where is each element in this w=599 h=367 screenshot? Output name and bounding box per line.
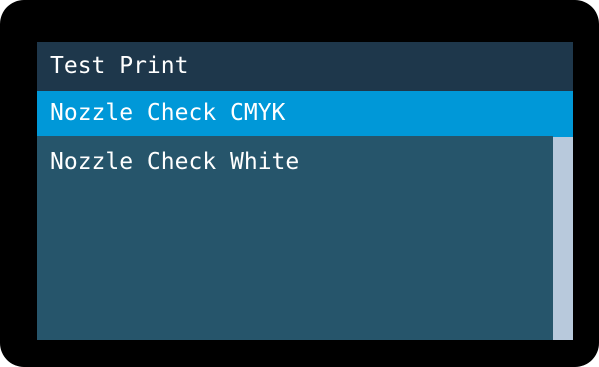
menu-title: Test Print	[37, 42, 573, 91]
lcd-screen: Test Print Nozzle Check CMYK Nozzle Chec…	[37, 42, 573, 340]
scrollbar[interactable]	[553, 91, 573, 340]
scrollbar-thumb[interactable]	[553, 91, 573, 137]
menu-item-nozzle-check-cmyk[interactable]: Nozzle Check CMYK	[37, 91, 553, 136]
device-bezel: Test Print Nozzle Check CMYK Nozzle Chec…	[0, 0, 599, 367]
menu-list: Nozzle Check CMYK Nozzle Check White	[37, 91, 553, 340]
menu-item-nozzle-check-white[interactable]: Nozzle Check White	[37, 140, 553, 185]
